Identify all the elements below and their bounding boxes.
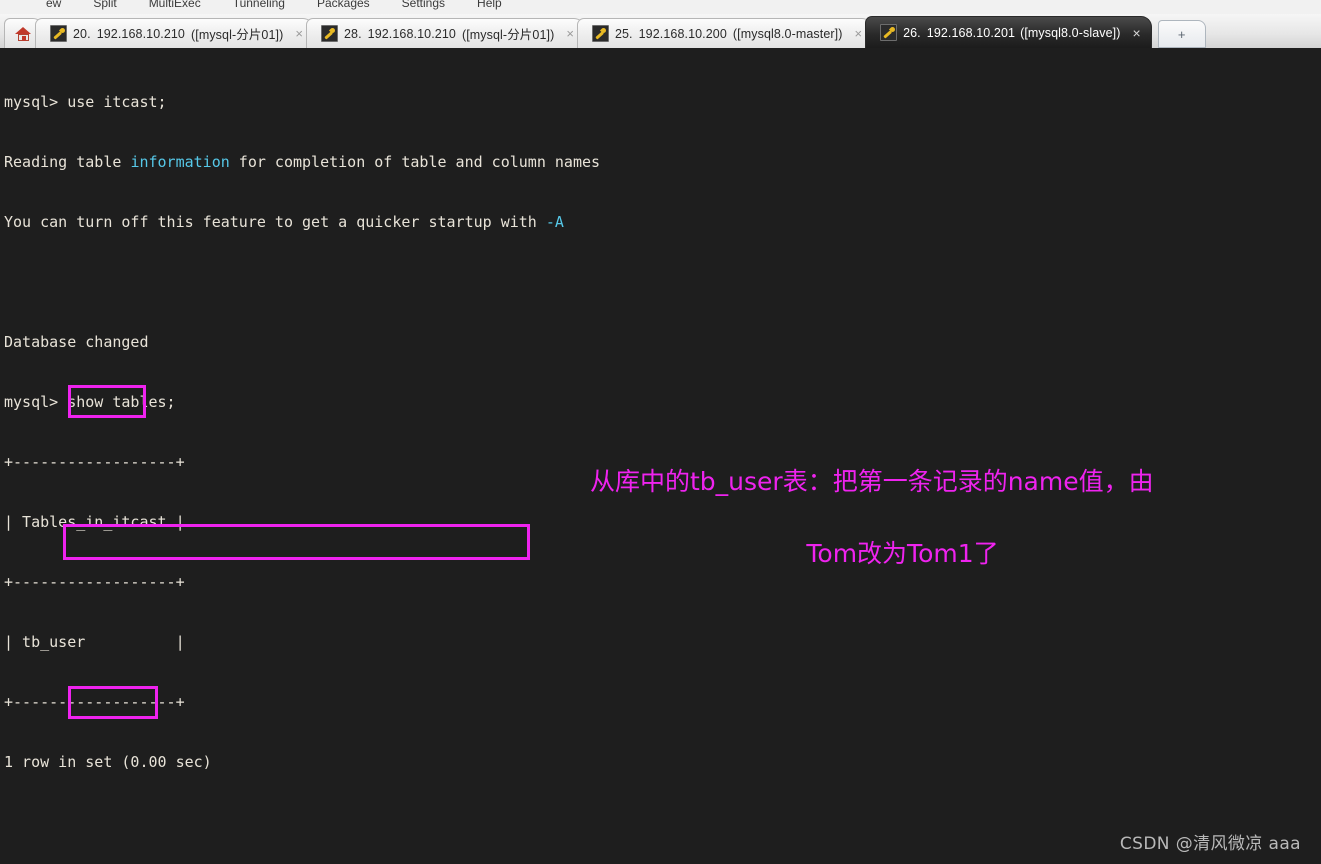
annotation-note: 从库中的tb_user表：把第一条记录的name值，由 Tom改为Tom1了 <box>590 428 1215 608</box>
tab-label-host: 192.168.10.210 <box>96 26 185 41</box>
tab-label-num: 25. <box>614 26 633 41</box>
tab-label-session: ([mysql-分片01]) <box>461 28 555 42</box>
line-text: mysql> show tables; <box>4 393 176 411</box>
annotation-line-2: Tom改为Tom1了 <box>806 539 999 568</box>
menu-item-packages[interactable]: Packages <box>301 0 386 14</box>
menu-item-tunneling[interactable]: Tunneling <box>217 0 301 14</box>
tab-close-icon[interactable]: × <box>295 27 303 40</box>
line-text-highlight: information <box>130 153 230 171</box>
new-tab-button[interactable]: + <box>1157 20 1206 48</box>
tab-label-num: 20. <box>73 26 91 41</box>
tab-session-26[interactable]: 26. 192.168.10.201 ([mysql8.0-slave]) × <box>865 16 1152 48</box>
line-text: You can turn off this feature to get a q… <box>4 213 546 231</box>
tab-session-28[interactable]: 28. 192.168.10.210 ([mysql-分片01]) × <box>305 18 585 48</box>
line-text: +------------------+ <box>4 453 185 471</box>
tab-label-num: 28. <box>343 26 362 41</box>
menu-item-view[interactable]: ew <box>30 0 77 14</box>
terminal-line: Database changed <box>4 332 1321 352</box>
line-text: 1 row in set (0.00 sec) <box>4 753 212 771</box>
tab-label-session: ([mysql8.0-slave]) <box>1020 25 1121 40</box>
tab-close-icon[interactable]: × <box>854 27 862 40</box>
menu-item-multiexec[interactable]: MultiExec <box>133 0 217 14</box>
line-text: +------------------+ <box>4 693 185 711</box>
tab-session-20[interactable]: 20. 192.168.10.210 ([mysql-分片01]) × <box>35 18 314 48</box>
terminal-line: mysql> show tables; <box>4 392 1321 412</box>
line-text: | tb_user | <box>4 633 185 651</box>
line-text: for completion of table and column names <box>229 153 601 171</box>
tab-label-num: 26. <box>903 25 921 40</box>
plus-icon: + <box>1177 26 1186 42</box>
menu-bar: ew Split MultiExec Tunneling Packages Se… <box>0 0 1321 14</box>
terminal-line: You can turn off this feature to get a q… <box>4 212 1321 232</box>
wrench-icon <box>880 24 898 41</box>
tab-label-host: 192.168.10.201 <box>926 25 1016 40</box>
menu-item-split[interactable]: Split <box>77 0 132 14</box>
terminal-line: | tb_user | <box>4 632 1321 652</box>
tab-label-host: 192.168.10.200 <box>638 26 727 41</box>
tab-close-icon[interactable]: × <box>1133 26 1141 40</box>
line-text: mysql> use itcast; <box>4 93 167 111</box>
annotation-line-1: 从库中的tb_user表：把第一条记录的name值，由 <box>590 467 1154 496</box>
terminal-line: +------------------+ <box>4 692 1321 712</box>
tab-label-host: 192.168.10.210 <box>367 26 456 41</box>
wrench-icon <box>320 25 338 42</box>
home-icon <box>15 26 32 42</box>
line-text: +------------------+ <box>4 573 185 591</box>
line-text-highlight: -A <box>545 213 564 231</box>
terminal-line: mysql> use itcast; <box>4 92 1321 112</box>
terminal-line: Reading table information for completion… <box>4 152 1321 172</box>
terminal-line: 1 row in set (0.00 sec) <box>4 752 1321 772</box>
tab-label-session: ([mysql8.0-master]) <box>732 26 843 41</box>
menu-item-settings[interactable]: Settings <box>386 0 461 14</box>
tab-close-icon[interactable]: × <box>566 27 574 40</box>
tab-label-session: ([mysql-分片01]) <box>190 28 284 42</box>
tab-session-25[interactable]: 25. 192.168.10.200 ([mysql8.0-master]) × <box>576 18 874 48</box>
line-text: Database changed <box>4 333 149 351</box>
line-text: | Tables_in_itcast | <box>4 513 185 531</box>
wrench-icon <box>591 25 609 42</box>
csdn-watermark: CSDN @清风微凉 aaa <box>1119 834 1301 854</box>
menu-item-help[interactable]: Help <box>461 0 518 14</box>
wrench-icon <box>50 25 67 42</box>
tab-strip: 20. 192.168.10.210 ([mysql-分片01]) × 28. … <box>0 14 1321 50</box>
line-text: Reading table <box>4 153 131 171</box>
